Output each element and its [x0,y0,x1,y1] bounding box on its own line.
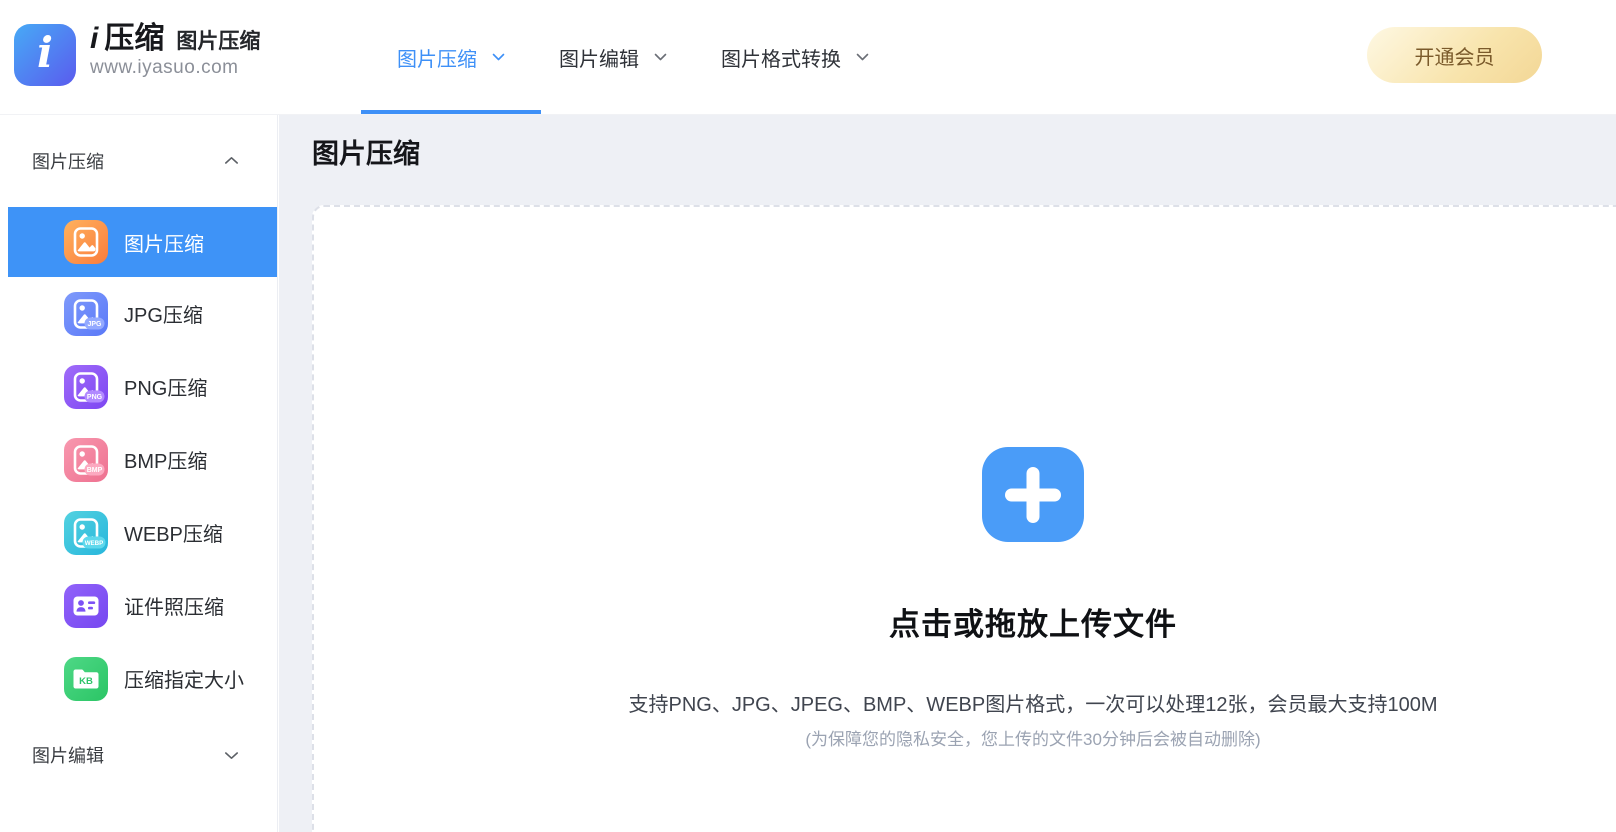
upload-description: 支持PNG、JPG、JPEG、BMP、WEBP图片格式，一次可以处理12张，会员… [628,694,1438,716]
nav-label: 图片编辑 [559,48,639,71]
sidebar-section-image-compress[interactable]: 图片压缩 [8,114,277,207]
sidebar-item-webp-compress[interactable]: WEBP WEBP压缩 [8,496,277,569]
brand-subtitle: 图片压缩 [176,30,261,53]
brand-title: i 压缩 [90,22,165,55]
sidebar-item-jpg-compress[interactable]: JPG JPG压缩 [8,277,277,350]
sidebar-section-image-edit[interactable]: 图片编辑 [8,720,277,790]
page-title: 图片压缩 [312,139,420,169]
chevron-down-icon [492,53,505,61]
open-vip-button[interactable]: 开通会员 [1367,27,1542,83]
svg-text:KB: KB [79,676,93,687]
sidebar-item-id-photo-compress[interactable]: 证件照压缩 [8,569,277,642]
logo-letter: i [37,28,53,77]
svg-text:JPG: JPG [87,321,102,328]
jpg-compress-icon: JPG [64,291,108,336]
section-label: 图片编辑 [32,746,104,766]
brand-domain: www.iyasuo.com [90,57,239,78]
sidebar-item-label: 图片压缩 [124,233,204,256]
site-logo[interactable]: i i 压缩 图片压缩 www.iyasuo.com [14,24,260,86]
id-photo-compress-icon [64,583,108,628]
chevron-up-icon [224,156,239,165]
chevron-down-icon [654,53,667,61]
sidebar-item-png-compress[interactable]: PNG PNG压缩 [8,350,277,423]
upload-title: 点击或拖放上传文件 [889,607,1177,642]
webp-compress-icon: WEBP [64,510,108,555]
chevron-down-icon [224,751,239,760]
sidebar-item-target-size-compress[interactable]: KB 压缩指定大小 [8,642,277,715]
nav-item-image-edit[interactable]: 图片编辑 [559,0,667,114]
sidebar-item-label: 压缩指定大小 [124,670,244,692]
svg-text:WEBP: WEBP [85,540,104,547]
sidebar-item-bmp-compress[interactable]: BMP BMP压缩 [8,423,277,496]
sidebar-item-label: WEBP压缩 [124,524,223,546]
image-compress-icon [64,220,108,264]
sidebar-item-label: BMP压缩 [124,451,208,473]
svg-text:PNG: PNG [87,394,103,401]
svg-text:BMP: BMP [87,467,103,474]
bmp-compress-icon: BMP [64,437,108,482]
nav-label: 图片格式转换 [721,48,841,71]
nav-item-format-convert[interactable]: 图片格式转换 [721,0,869,114]
top-header: i i 压缩 图片压缩 www.iyasuo.com 图片压缩 图片编辑 图片格式… [0,0,1616,115]
sidebar-item-label: JPG压缩 [124,305,203,327]
main-content: 图片压缩 点击或拖放上传文件 支持PNG、JPG、JPEG、BMP、WEBP图片… [279,114,1616,832]
sidebar: 图片压缩 图片压缩 JPG JPG压缩 PNG PNG压缩 BMP BMP压缩 … [0,114,278,832]
section-label: 图片压缩 [32,151,104,172]
sidebar-item-image-compress[interactable]: 图片压缩 [8,207,277,277]
logo-icon: i [14,24,76,86]
main-nav: 图片压缩 图片编辑 图片格式转换 [397,0,869,114]
target-size-icon: KB [64,656,108,701]
nav-label: 图片压缩 [397,48,477,71]
nav-item-image-compress[interactable]: 图片压缩 [397,0,505,114]
png-compress-icon: PNG [64,364,108,409]
sidebar-item-label: 证件照压缩 [124,597,224,619]
upload-privacy-note: (为保障您的隐私安全，您上传的文件30分钟后会被自动删除) [805,730,1261,749]
upload-dropzone[interactable]: 点击或拖放上传文件 支持PNG、JPG、JPEG、BMP、WEBP图片格式，一次… [312,205,1616,832]
add-files-button[interactable] [982,447,1084,542]
sidebar-item-label: PNG压缩 [124,378,208,400]
chevron-down-icon [856,53,869,61]
